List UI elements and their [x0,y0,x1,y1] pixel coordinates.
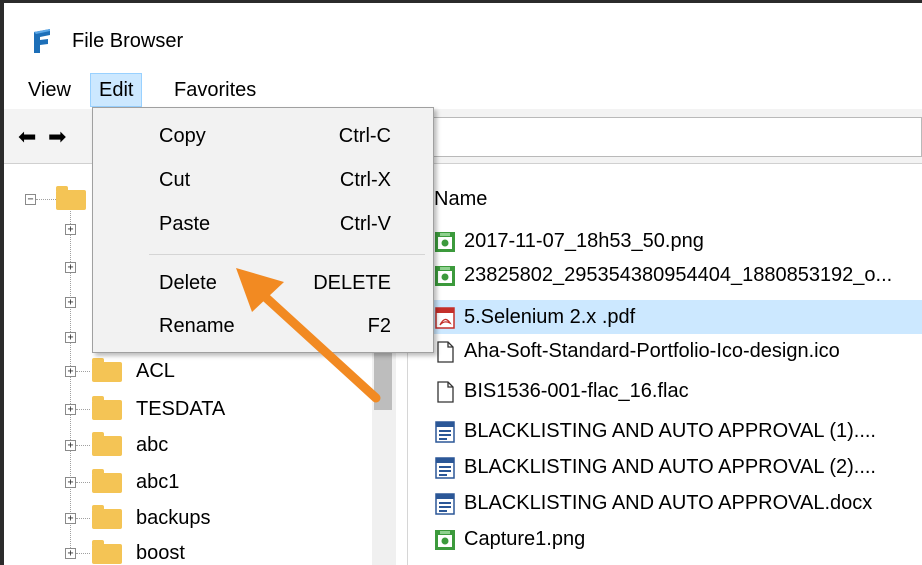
tree-guide-line [70,204,71,554]
file-browser-window: File Browser View Edit Favorites ⬅ ➡ − +… [0,0,922,565]
menu-item-label: Rename [159,315,235,337]
expand-icon[interactable]: + [65,262,76,273]
app-logo-icon [34,29,50,53]
menu-item-shortcut: Ctrl-C [338,125,391,147]
docx-file-icon [435,457,455,479]
file-name: BLACKLISTING AND AUTO APPROVAL (1).... [464,420,876,442]
tree-item-acl[interactable]: ACL [136,356,175,386]
file-name: BLACKLISTING AND AUTO APPROVAL (2).... [464,456,876,478]
folder-icon [92,469,122,493]
image-file-icon [435,266,455,286]
menu-item-shortcut: F2 [367,315,391,337]
file-row[interactable]: BLACKLISTING AND AUTO APPROVAL (1).... [428,414,922,448]
expand-icon[interactable]: + [65,224,76,235]
edit-dropdown-menu: Copy Ctrl-C Cut Ctrl-X Paste Ctrl-V Dele… [92,107,434,353]
file-row[interactable]: BLACKLISTING AND AUTO APPROVAL.docx [428,486,922,520]
menu-item-copy[interactable]: Copy Ctrl-C [93,116,433,156]
tree-item-abc[interactable]: abc [136,430,168,460]
file-name: 5.Selenium 2.x .pdf [464,306,636,328]
folder-icon [92,396,122,420]
menu-item-label: Delete [159,272,217,294]
generic-file-icon [437,381,454,403]
menu-item-label: Cut [159,169,191,191]
menu-item-rename[interactable]: Rename F2 [93,306,433,346]
expand-icon[interactable]: + [65,332,76,343]
tree-guide-line [76,482,90,483]
file-row[interactable]: Capture1.png [428,522,922,556]
image-file-icon [435,232,455,252]
expand-icon[interactable]: + [65,548,76,559]
menu-item-shortcut: Ctrl-V [339,213,391,235]
menu-favorites[interactable]: Favorites [166,73,264,107]
menu-item-paste[interactable]: Paste Ctrl-V [93,204,433,244]
file-row[interactable]: 2017-11-07_18h53_50.png [428,224,922,258]
menu-item-label: Copy [159,125,206,147]
tree-guide-line [36,199,56,200]
menu-view[interactable]: View [20,73,79,107]
menu-item-shortcut: Ctrl-X [339,169,391,191]
docx-file-icon [435,493,455,515]
pdf-file-icon [435,307,455,329]
tree-item-tesdata[interactable]: TESDATA [136,394,225,424]
menu-item-shortcut: DELETE [313,272,391,294]
folder-icon [92,358,122,382]
expand-icon[interactable]: + [65,440,76,451]
file-name: Capture1.png [464,528,586,550]
file-name: BLACKLISTING AND AUTO APPROVAL.docx [464,492,873,514]
tree-guide-line [76,553,90,554]
column-header-name[interactable]: Name [434,188,487,211]
docx-file-icon [435,421,455,443]
expand-icon[interactable]: + [65,366,76,377]
tree-guide-line [76,445,90,446]
file-name: 23825802_295354380954404_1880853192_o... [464,264,893,286]
expand-icon[interactable]: + [65,477,76,488]
menu-item-delete[interactable]: Delete DELETE [93,263,433,303]
expand-icon[interactable]: + [65,404,76,415]
file-name: 2017-11-07_18h53_50.png [464,230,704,252]
menu-item-label: Paste [159,213,211,235]
folder-icon [92,505,122,529]
file-row[interactable]: Aha-Soft-Standard-Portfolio-Ico-design.i… [428,334,922,368]
file-list: Name 2017-11-07_18h53_50.png 23825802_29… [407,164,922,565]
tree-item-abc1[interactable]: abc1 [136,467,179,497]
menu-bar: View Edit Favorites [4,73,922,109]
expand-icon[interactable]: + [65,297,76,308]
menu-separator [149,254,425,255]
file-row[interactable]: BIS1536-001-flac_16.flac [428,374,922,408]
file-row-selected[interactable]: 5.Selenium 2.x .pdf [428,300,922,334]
generic-file-icon [437,341,454,363]
file-row[interactable]: 23825802_295354380954404_1880853192_o... [428,258,922,292]
forward-arrow-icon[interactable]: ➡ [48,125,66,150]
folder-icon [92,432,122,456]
menu-item-cut[interactable]: Cut Ctrl-X [93,160,433,200]
file-name: Aha-Soft-Standard-Portfolio-Ico-design.i… [464,340,840,362]
tree-guide-line [76,371,90,372]
file-row[interactable]: BLACKLISTING AND AUTO APPROVAL (2).... [428,450,922,484]
window-title: File Browser [72,30,184,52]
image-file-icon [435,530,455,550]
tree-item-backups[interactable]: backups [136,503,211,533]
folder-icon [92,540,122,564]
folder-icon [56,186,86,210]
back-arrow-icon[interactable]: ⬅ [18,125,36,150]
expand-icon[interactable]: + [65,513,76,524]
title-bar: File Browser [4,3,922,73]
menu-edit[interactable]: Edit [90,73,143,107]
file-name: BIS1536-001-flac_16.flac [464,380,689,402]
tree-guide-line [76,518,90,519]
tree-item-boost[interactable]: boost [136,538,185,565]
tree-guide-line [76,409,90,410]
address-bar[interactable] [430,117,922,157]
collapse-icon[interactable]: − [25,194,36,205]
